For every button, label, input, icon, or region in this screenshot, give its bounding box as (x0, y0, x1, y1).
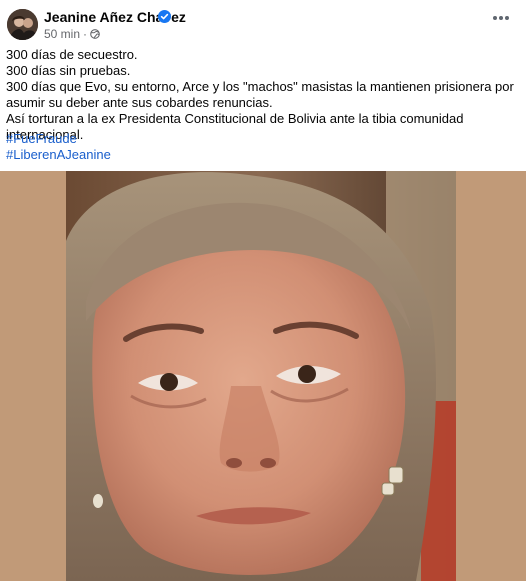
hashtags: #FueFraude #LiberenAJeanine (6, 131, 111, 163)
post-meta: 50 min · (44, 27, 100, 41)
post-timestamp[interactable]: 50 min (44, 27, 80, 41)
hashtag-link[interactable]: #LiberenAJeanine (6, 147, 111, 163)
post-text: 300 días de secuestro. 300 días sin prue… (6, 47, 521, 143)
post-line: 300 días de secuestro. (6, 47, 138, 62)
more-options-icon[interactable] (492, 14, 510, 22)
post-line: 300 días sin pruebas. (6, 63, 131, 78)
post-line: 300 días que Evo, su entorno, Arce y los… (6, 79, 514, 110)
post-photo[interactable] (66, 171, 456, 581)
hashtag-link[interactable]: #FueFraude (6, 131, 111, 147)
verified-badge-icon (158, 10, 171, 23)
post-photo-container[interactable] (0, 171, 526, 581)
meta-separator: · (83, 27, 88, 41)
globe-icon (90, 29, 100, 39)
post-header: Jeanine Añez Chavez 50 min · (0, 0, 526, 44)
author-avatar[interactable] (7, 9, 38, 40)
